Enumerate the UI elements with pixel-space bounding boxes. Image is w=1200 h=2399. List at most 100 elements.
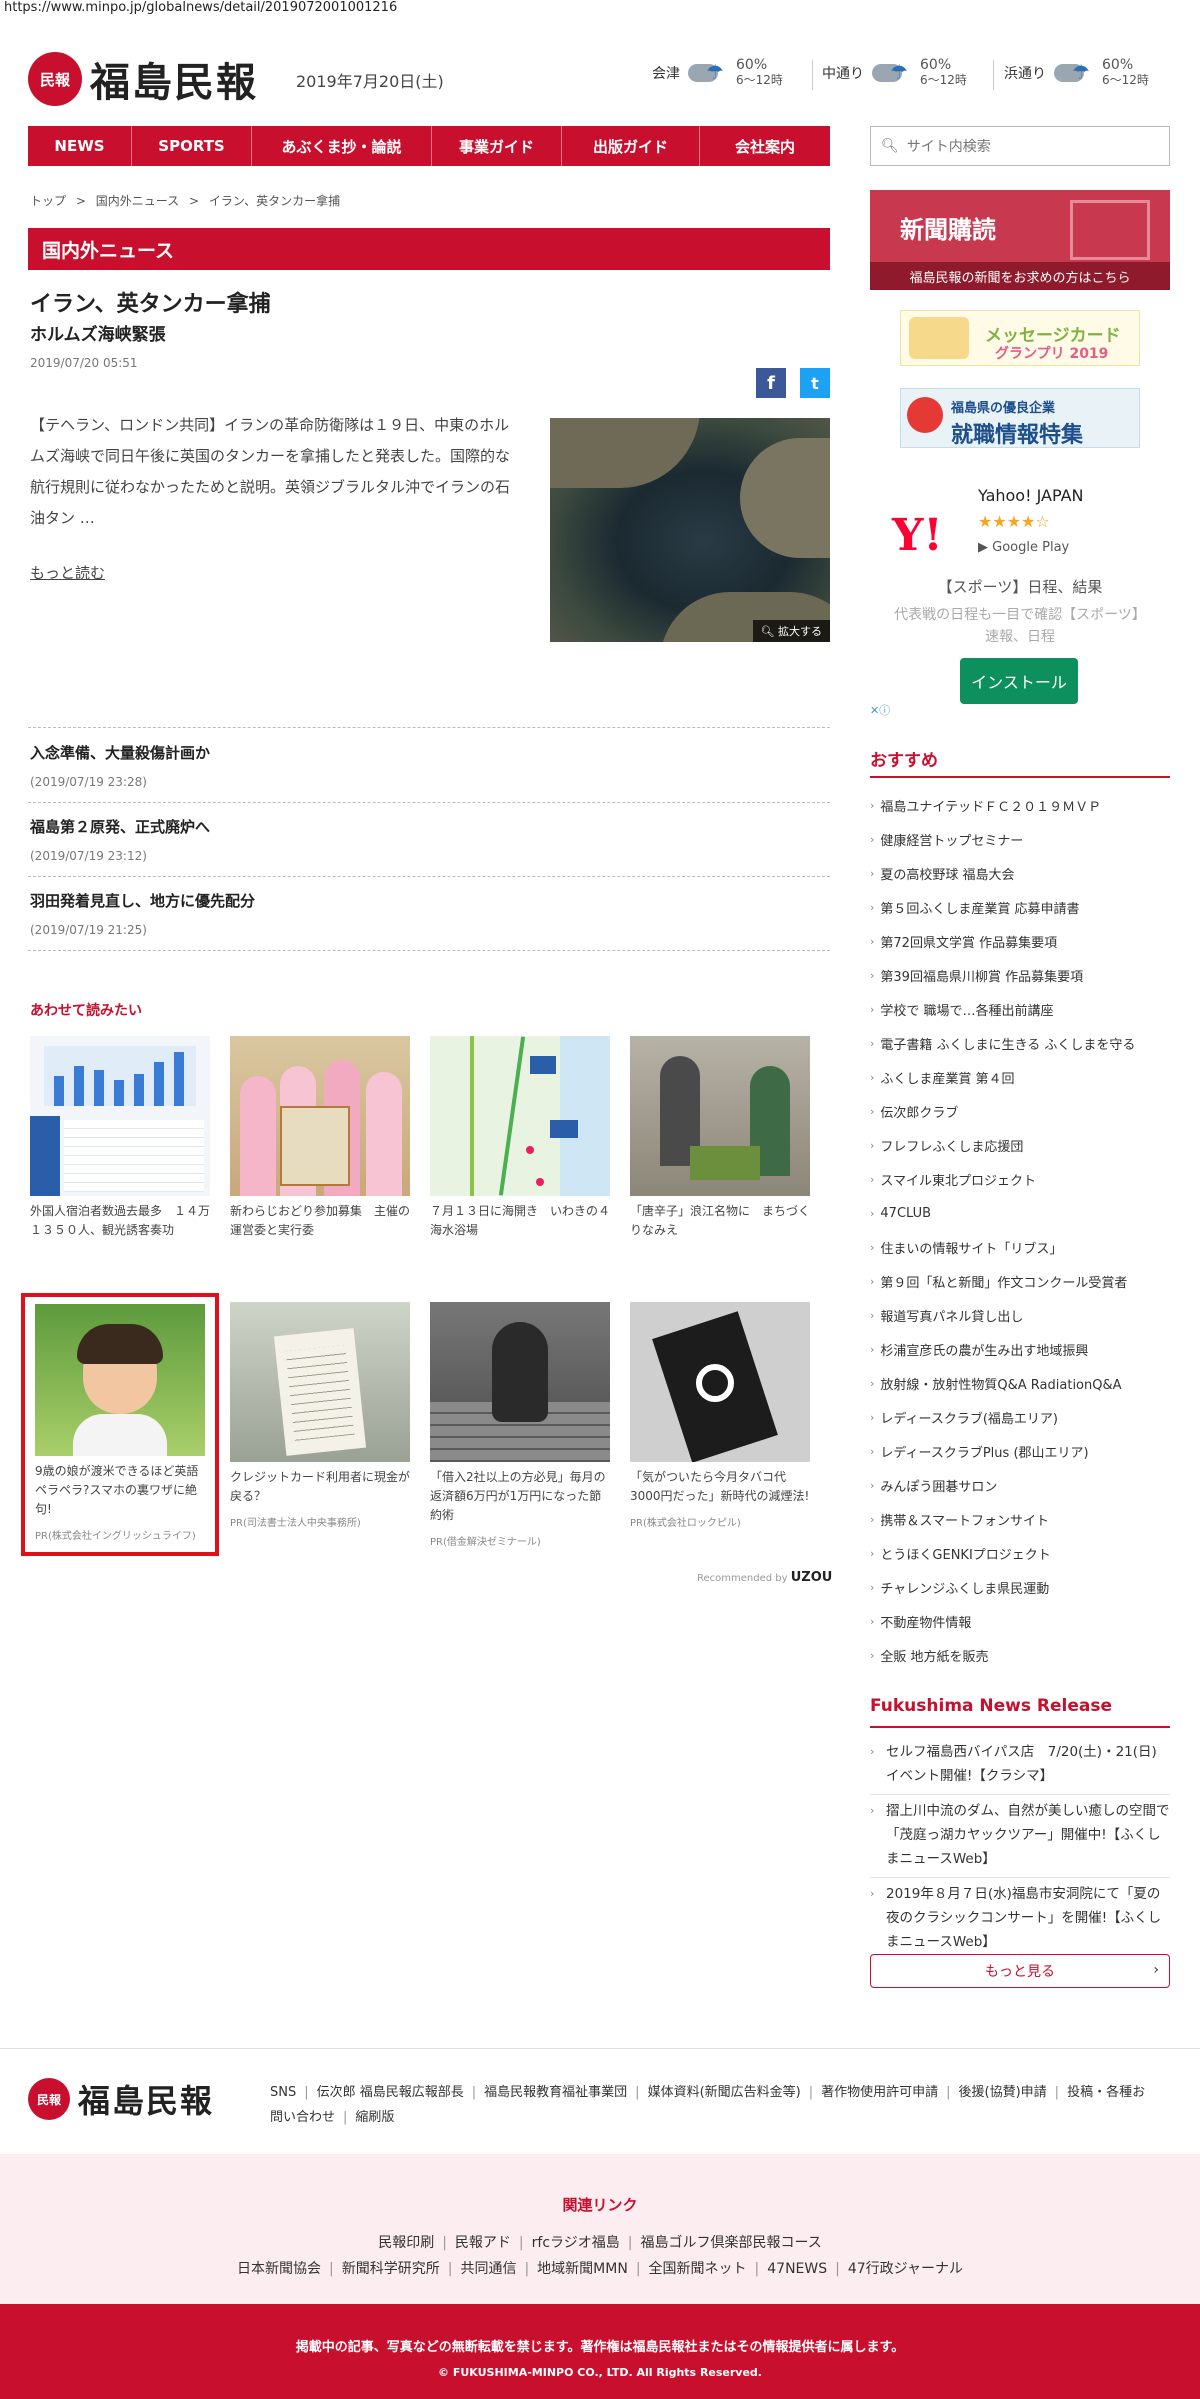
message-card-banner[interactable]: メッセージカード グランプリ 2019 (900, 310, 1140, 366)
rating-stars: ★★★★☆ (978, 512, 1050, 531)
recommended-item[interactable]: › 第72回県文学賞 作品募集要項 (870, 924, 1170, 958)
recommended-item[interactable]: › みんぽう囲碁サロン (870, 1468, 1170, 1502)
also-read-item[interactable]: 外国人宿泊者数過去最多 １４万１３５０人、観光誘客奏功 (30, 1036, 210, 1240)
related-link[interactable]: 日本新聞協会 (237, 2261, 321, 2277)
also-read-caption[interactable]: 外国人宿泊者数過去最多 １４万１３５０人、観光誘客奏功 (30, 1202, 210, 1240)
nav-news[interactable]: NEWS (28, 126, 132, 166)
also-read-caption[interactable]: 「気がついたら今月タバコ代3000円だった」新時代の減煙法! (630, 1468, 810, 1506)
badge-icon (907, 397, 943, 433)
recommended-item[interactable]: › 健康経営トップセミナー (870, 822, 1170, 856)
related-link[interactable]: 全国新聞ネット (649, 2261, 747, 2277)
nav-business-guide[interactable]: 事業ガイド (432, 126, 562, 166)
footer-link[interactable]: 福島民報教育福祉事業団 (484, 2085, 627, 2100)
also-read-item[interactable]: 新わらじおどり参加募集 主催の運営委と実行委 (230, 1036, 410, 1240)
recommended-item[interactable]: › 不動産物件情報 (870, 1604, 1170, 1638)
also-read-caption[interactable]: 「唐辛子」浪江名物に まちづくりなみえ (630, 1202, 810, 1240)
recommended-item[interactable]: › レディースクラブPlus (郡山エリア) (870, 1434, 1170, 1468)
chevron-right-icon: › (870, 1138, 875, 1152)
link-separator: | (635, 2085, 640, 2100)
weather-nakadori: 中通り ☂ 60% 6〜12時 (822, 58, 967, 88)
related-link[interactable]: 福島ゴルフ倶楽部民報コース (640, 2235, 821, 2251)
also-read-item[interactable]: 「気がついたら今月タバコ代3000円だった」新時代の減煙法! PR(株式会社ロッ… (630, 1302, 810, 1529)
nav-editorial[interactable]: あぶくま抄・論説 (252, 126, 432, 166)
jobs-banner[interactable]: 福島県の優良企業 就職情報特集 (900, 388, 1140, 448)
copyright-text: © FUKUSHIMA-MINPO CO., LTD. All Rights R… (438, 2366, 762, 2379)
recommended-item[interactable]: › チャレンジふくしま県民運動 (870, 1570, 1170, 1604)
recommended-item[interactable]: › 電子書籍 ふくしまに生きる ふくしまを守る (870, 1026, 1170, 1060)
also-read-caption[interactable]: クレジットカード利用者に現金が戻る？ (230, 1468, 410, 1506)
footer-link[interactable]: 媒体資料(新聞広告料金等) (648, 2085, 801, 2100)
related-link[interactable]: 共同通信 (460, 2261, 516, 2277)
also-read-item[interactable]: 「唐辛子」浪江名物に まちづくりなみえ (630, 1036, 810, 1240)
also-read-item[interactable]: 「借入2社以上の方必見」毎月の返済額6万円が1万円になった節約術 PR(借金解決… (430, 1302, 610, 1548)
see-more-button[interactable]: › もっと見る (870, 1954, 1170, 1988)
recommended-item[interactable]: › 夏の高校野球 福島大会 (870, 856, 1170, 890)
nav-publishing-guide[interactable]: 出版ガイド (562, 126, 700, 166)
breadcrumb-top[interactable]: トップ (30, 194, 66, 208)
footer-link[interactable]: SNS (270, 2085, 296, 2100)
read-more-link[interactable]: もっと読む (30, 562, 105, 583)
recommended-item[interactable]: › スマイル東北プロジェクト (870, 1162, 1170, 1196)
also-read-caption[interactable]: ７月１３日に海開き いわきの４海水浴場 (430, 1202, 610, 1240)
recommended-item[interactable]: › 報道写真パネル貸し出し (870, 1298, 1170, 1332)
recommended-item[interactable]: › フレフレふくしま応援団 (870, 1128, 1170, 1162)
related-link[interactable]: 地域新聞MMN (537, 2261, 628, 2277)
chevron-right-icon: › (870, 968, 875, 982)
zoom-button[interactable]: 🔍︎ 拡大する (752, 620, 830, 642)
link-separator: | (835, 2261, 840, 2277)
news-release-item[interactable]: › セルフ福島西バイパス店 7/20(土)・21(日)イベント開催!【クラシマ】 (870, 1736, 1170, 1795)
recommended-item[interactable]: › 全販 地方紙を販売 (870, 1638, 1170, 1672)
related-link[interactable]: 民報アド (455, 2235, 511, 2251)
related-link[interactable]: 47行政ジャーナル (848, 2261, 963, 2277)
recommended-item[interactable]: › 学校で 職場で…各種出前講座 (870, 992, 1170, 1026)
related-news-item[interactable]: 羽田発着見直し、地方に優先配分 (2019/07/19 21:25) (30, 890, 255, 937)
footer-link[interactable]: 著作物使用許可申請 (821, 2085, 938, 2100)
nav-company[interactable]: 会社案内 (700, 126, 830, 166)
nav-sports[interactable]: SPORTS (132, 126, 252, 166)
footer-link[interactable]: 縮刷版 (355, 2110, 394, 2125)
recommended-item[interactable]: › レディースクラブ(福島エリア) (870, 1400, 1170, 1434)
related-link[interactable]: 民報印刷 (378, 2235, 434, 2251)
related-news-title[interactable]: 入念準備、大量殺傷計画か (30, 742, 210, 763)
chevron-right-icon: › (870, 934, 875, 948)
breadcrumb-section[interactable]: 国内外ニュース (96, 194, 179, 208)
also-read-item[interactable]: ７月１３日に海開き いわきの４海水浴場 (430, 1036, 610, 1240)
install-button[interactable]: インストール (960, 658, 1078, 704)
footer-logo[interactable]: 民報 福島民報 (28, 2076, 214, 2122)
recommended-item[interactable]: › 福島ユナイテッドＦＣ２０１９ＭＶＰ (870, 788, 1170, 822)
related-link[interactable]: rfcラジオ福島 (532, 2235, 620, 2251)
recommended-item[interactable]: › とうほくGENKIプロジェクト (870, 1536, 1170, 1570)
related-news-title[interactable]: 羽田発着見直し、地方に優先配分 (30, 890, 255, 911)
search-input[interactable]: 🔍︎ サイト内検索 (870, 126, 1170, 166)
article-photo[interactable]: 🔍︎ 拡大する (550, 418, 830, 642)
related-link[interactable]: 新聞科学研究所 (342, 2261, 440, 2277)
recommended-item[interactable]: › 携帯＆スマートフォンサイト (870, 1502, 1170, 1536)
recommended-item[interactable]: › 第５回ふくしま産業賞 応募申請書 (870, 890, 1170, 924)
also-read-caption[interactable]: 新わらじおどり参加募集 主催の運営委と実行委 (230, 1202, 410, 1240)
news-release-item[interactable]: › 摺上川中流のダム、自然が美しい癒しの空間で「茂庭っ湖カヤックツアー」開催中!【… (870, 1795, 1170, 1878)
news-release-item[interactable]: › 2019年８月７日(水)福島市安洞院にて「夏の夜のクラシックコンサート」を開催… (870, 1878, 1170, 1960)
recommended-item[interactable]: › 第９回「私と新聞」作文コンクール受賞者 (870, 1264, 1170, 1298)
recommended-item[interactable]: › 放射線・放射性物質Q&A RadiationQ&A (870, 1366, 1170, 1400)
footer-link[interactable]: 後援(協賛)申請 (959, 2085, 1047, 2100)
chevron-right-icon: › (870, 1342, 875, 1356)
also-read-item[interactable]: クレジットカード利用者に現金が戻る？ PR(司法書士法人中央事務所) (230, 1302, 410, 1529)
related-link[interactable]: 47NEWS (767, 2261, 827, 2277)
related-news-title[interactable]: 福島第２原発、正式廃炉へ (30, 816, 210, 837)
related-news-item[interactable]: 福島第２原発、正式廃炉へ (2019/07/19 23:12) (30, 816, 210, 863)
adchoices-icon[interactable]: ✕ⓘ (870, 702, 890, 718)
twitter-share-icon[interactable]: t (800, 368, 830, 398)
recommended-item[interactable]: › 47CLUB (870, 1196, 1170, 1230)
related-news-item[interactable]: 入念準備、大量殺傷計画か (2019/07/19 23:28) (30, 742, 210, 789)
site-logo[interactable]: 民報 福島民報 (28, 50, 258, 108)
recommended-item[interactable]: › 伝次郎クラブ (870, 1094, 1170, 1128)
subscribe-banner[interactable]: 新聞購読 福島民報の新聞をお求めの方はこちら (870, 190, 1170, 290)
recommended-item[interactable]: › 第39回福島県川柳賞 作品募集要項 (870, 958, 1170, 992)
footer-link[interactable]: 伝次郎 福島民報広報部長 (317, 2085, 464, 2100)
recommended-item[interactable]: › 住まいの情報サイト「リブス」 (870, 1230, 1170, 1264)
facebook-share-icon[interactable]: f (756, 368, 786, 398)
recommended-item[interactable]: › ふくしま産業賞 第４回 (870, 1060, 1170, 1094)
recommended-by[interactable]: Recommended by UZOU (697, 1570, 832, 1585)
also-read-caption[interactable]: 「借入2社以上の方必見」毎月の返済額6万円が1万円になった節約術 (430, 1468, 610, 1525)
recommended-item[interactable]: › 杉浦宣彦氏の農が生み出す地域振興 (870, 1332, 1170, 1366)
